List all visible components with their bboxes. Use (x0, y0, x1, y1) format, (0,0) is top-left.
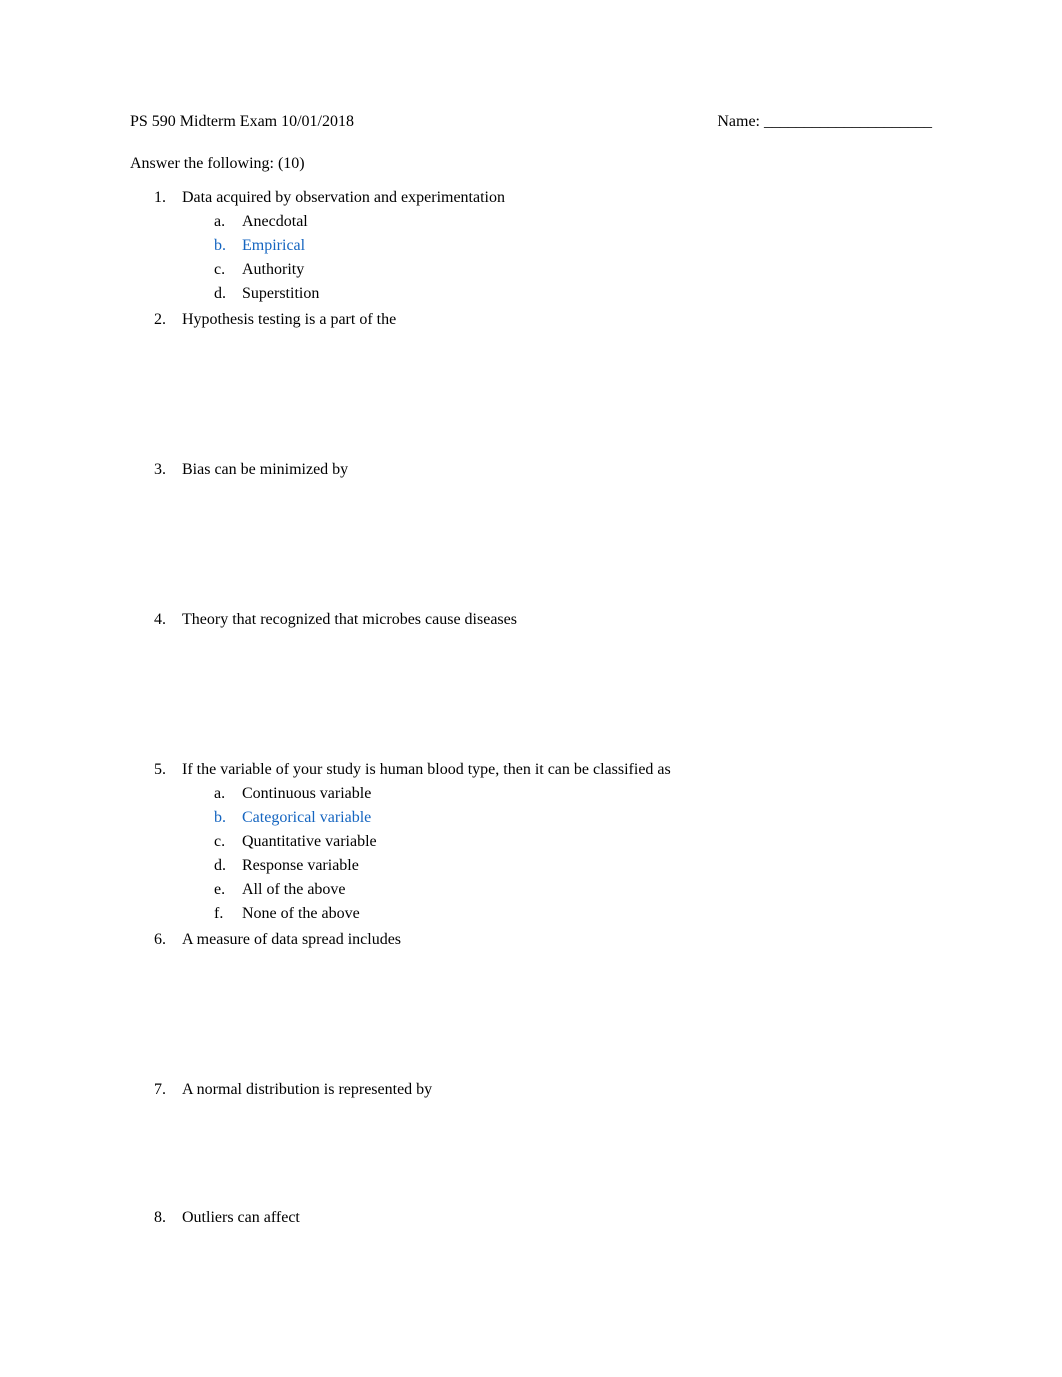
question-text: Hypothesis testing is a part of the (182, 311, 396, 328)
instruction-text: Answer the following: (10) (130, 152, 932, 176)
question-number: 5. (154, 758, 166, 782)
question-7: 7. A normal distribution is represented … (182, 1078, 932, 1102)
exam-title-date: PS 590 Midterm Exam 10/01/2018 (130, 110, 354, 134)
option-text: Anecdotal (242, 213, 308, 230)
option-d: d. Response variable (242, 854, 932, 878)
question-text: Outliers can affect (182, 1209, 300, 1226)
question-text: Data acquired by observation and experim… (182, 189, 505, 206)
option-text: Superstition (242, 285, 319, 302)
question-8: 8. Outliers can affect (182, 1206, 932, 1230)
question-1: 1. Data acquired by observation and expe… (182, 186, 932, 306)
question-2: 2. Hypothesis testing is a part of the (182, 308, 932, 332)
question-number: 2. (154, 308, 166, 332)
question-number: 8. (154, 1206, 166, 1230)
option-c: c. Quantitative variable (242, 830, 932, 854)
option-text: Authority (242, 261, 304, 278)
option-d: d. Superstition (242, 282, 932, 306)
option-text: Continuous variable (242, 785, 371, 802)
option-b: b. Empirical (242, 234, 932, 258)
option-label: c. (214, 830, 225, 854)
option-e: e. All of the above (242, 878, 932, 902)
option-label: f. (214, 902, 223, 926)
question-number: 7. (154, 1078, 166, 1102)
header-row: PS 590 Midterm Exam 10/01/2018 Name: ___… (130, 110, 932, 134)
question-number: 4. (154, 608, 166, 632)
question-5: 5. If the variable of your study is huma… (182, 758, 932, 926)
question-6: 6. A measure of data spread includes (182, 928, 932, 952)
option-label: e. (214, 878, 225, 902)
question-text: Theory that recognized that microbes cau… (182, 611, 517, 628)
option-text: All of the above (242, 881, 346, 898)
question-text: A measure of data spread includes (182, 931, 401, 948)
option-label: b. (214, 806, 226, 830)
option-f: f. None of the above (242, 902, 932, 926)
option-label: b. (214, 234, 226, 258)
question-text: If the variable of your study is human b… (182, 761, 671, 778)
option-c: c. Authority (242, 258, 932, 282)
question-3: 3. Bias can be minimized by (182, 458, 932, 482)
option-label: a. (214, 210, 225, 234)
option-text: Categorical variable (242, 809, 371, 826)
option-a: a. Anecdotal (242, 210, 932, 234)
options-list: a. Anecdotal b. Empirical c. Authority d… (182, 210, 932, 306)
option-text: Quantitative variable (242, 833, 377, 850)
option-label: d. (214, 854, 226, 878)
option-label: a. (214, 782, 225, 806)
option-label: c. (214, 258, 225, 282)
question-number: 1. (154, 186, 166, 210)
question-text: Bias can be minimized by (182, 461, 348, 478)
option-a: a. Continuous variable (242, 782, 932, 806)
question-list: 1. Data acquired by observation and expe… (130, 186, 932, 1230)
question-number: 6. (154, 928, 166, 952)
question-text: A normal distribution is represented by (182, 1081, 432, 1098)
option-label: d. (214, 282, 226, 306)
option-text: Response variable (242, 857, 359, 874)
question-number: 3. (154, 458, 166, 482)
options-list: a. Continuous variable b. Categorical va… (182, 782, 932, 926)
option-text: Empirical (242, 237, 305, 254)
name-field-label: Name: _____________________ (717, 110, 932, 134)
option-b: b. Categorical variable (242, 806, 932, 830)
option-text: None of the above (242, 905, 360, 922)
question-4: 4. Theory that recognized that microbes … (182, 608, 932, 632)
